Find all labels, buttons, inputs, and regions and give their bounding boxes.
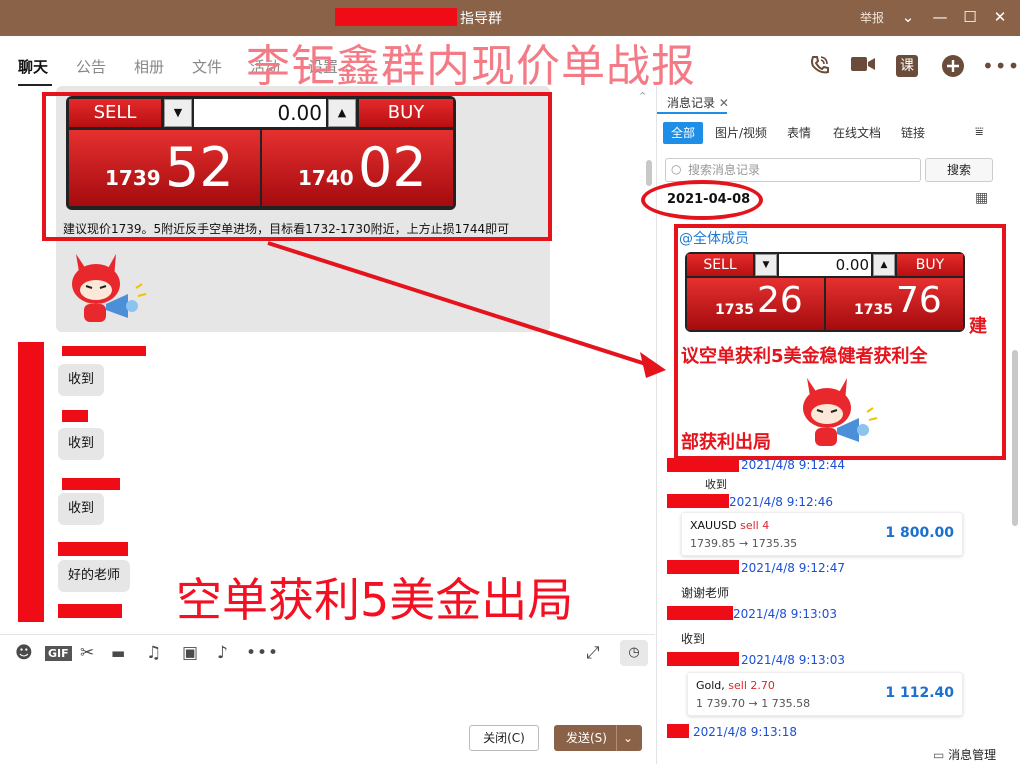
annotation-arrow — [267, 241, 666, 378]
